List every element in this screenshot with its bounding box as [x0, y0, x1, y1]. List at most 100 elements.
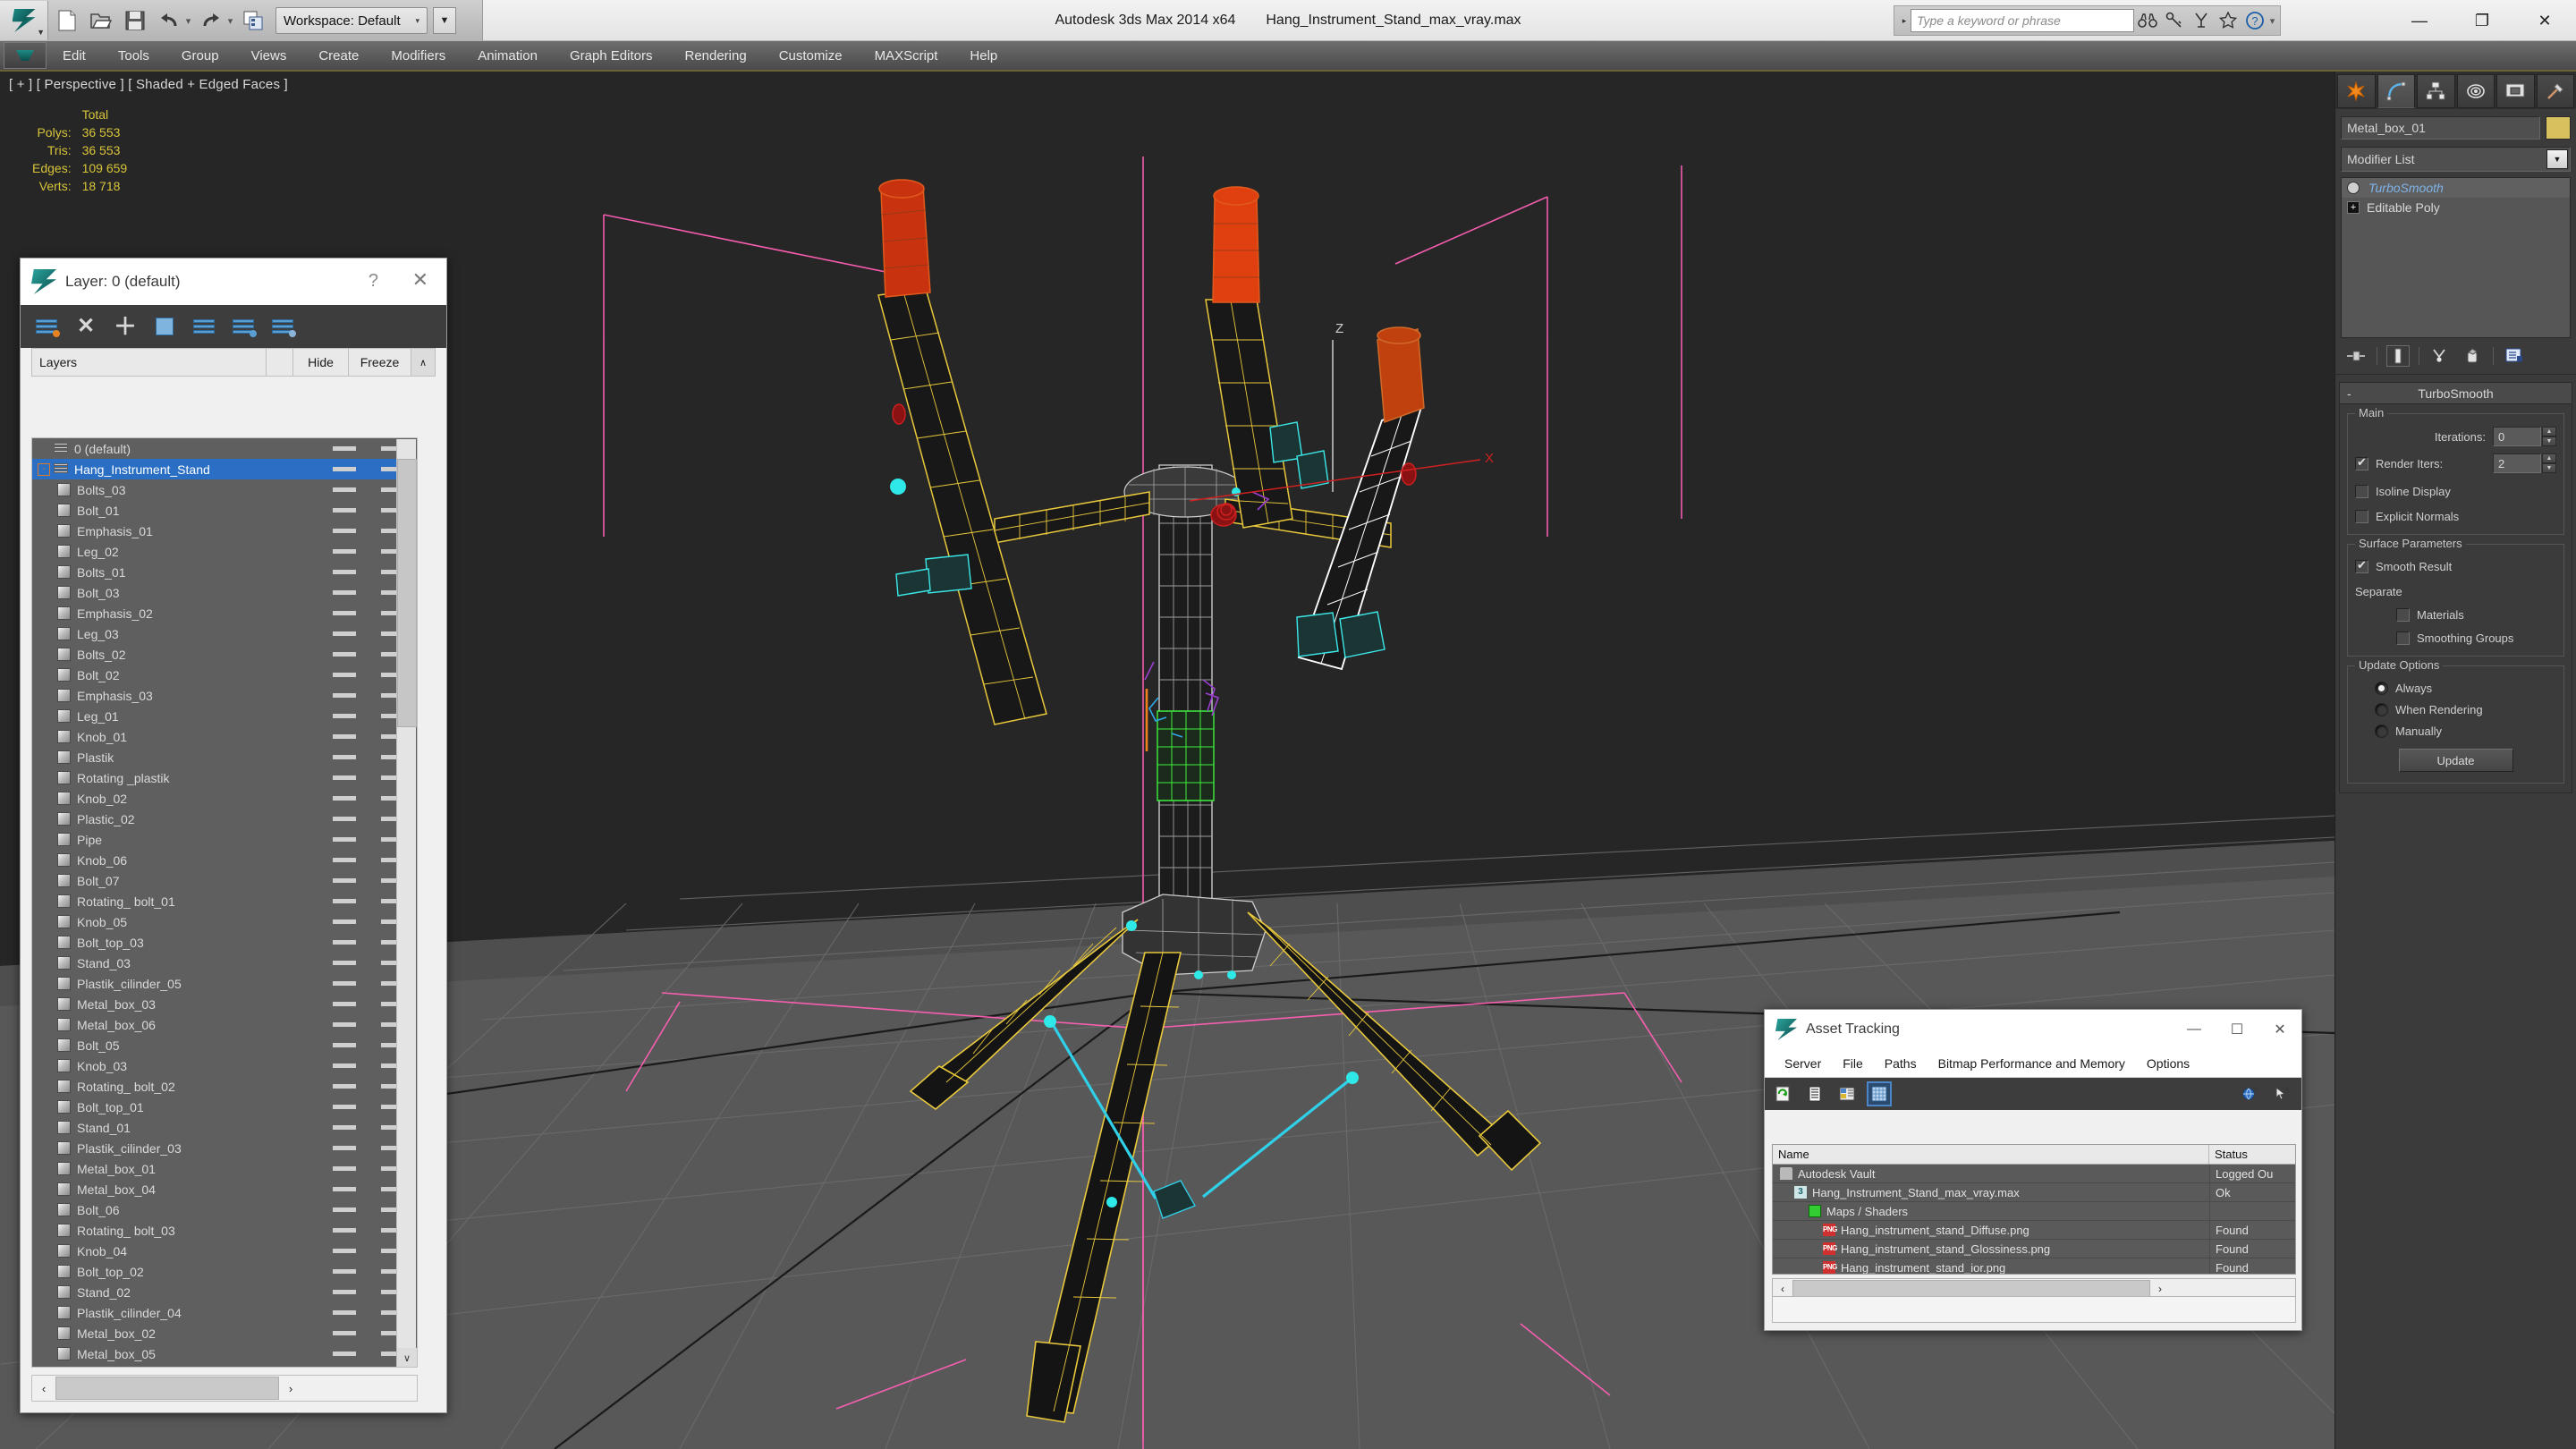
hide-toggle[interactable] — [333, 1022, 356, 1027]
layer-row[interactable]: Emphasis_01 — [32, 521, 417, 541]
hide-toggle[interactable] — [333, 1187, 356, 1191]
viewport-label[interactable]: [ + ] [ Perspective ] [ Shaded + Edged F… — [9, 77, 288, 92]
workspace-selector[interactable]: Workspace: Default ▾ — [275, 7, 428, 34]
iterations-spinner[interactable]: 0 ▲ ▼ — [2493, 427, 2556, 446]
pin-stack-icon[interactable] — [2344, 345, 2368, 367]
hide-toggle[interactable] — [333, 1352, 356, 1356]
layer-row[interactable]: Metal_top — [32, 1364, 417, 1367]
render-iters-checkbox[interactable] — [2355, 455, 2368, 470]
always-radio[interactable] — [2375, 681, 2388, 695]
layer-row[interactable]: Rotating_ bolt_03 — [32, 1220, 417, 1241]
asset-menu-paths[interactable]: Paths — [1874, 1056, 1928, 1071]
menu-app-logo-icon[interactable] — [4, 42, 47, 69]
layer-row[interactable]: Bolts_01 — [32, 562, 417, 582]
redo-dropdown-arrow-icon[interactable]: ▾ — [226, 5, 234, 36]
scroll-up-icon[interactable]: ∧ — [411, 349, 435, 376]
hide-toggle[interactable] — [333, 1002, 356, 1006]
asset-row[interactable]: PNG Hang_instrument_stand_Diffuse.png Foun… — [1773, 1221, 2295, 1240]
hide-toggle[interactable] — [333, 878, 356, 883]
list-view-icon[interactable] — [1804, 1083, 1826, 1105]
hide-toggle[interactable] — [333, 1084, 356, 1089]
light-bulb-icon[interactable] — [2347, 182, 2360, 194]
hide-toggle[interactable] — [333, 487, 356, 492]
explicit-normals-checkbox[interactable] — [2355, 509, 2368, 523]
layer-row[interactable]: Plastic_02 — [32, 809, 417, 829]
layer-row[interactable]: Leg_01 — [32, 706, 417, 726]
details-view-icon[interactable] — [1836, 1083, 1858, 1105]
asset-row[interactable]: Maps / Shaders — [1773, 1202, 2295, 1221]
layer-row[interactable]: Metal_box_04 — [32, 1179, 417, 1199]
asset-row[interactable]: PNG Hang_instrument_stand_ior.png Found — [1773, 1258, 2295, 1274]
search-input[interactable] — [1911, 9, 2134, 32]
help-dropdown-arrow-icon[interactable]: ▾ — [2268, 5, 2276, 36]
layer-row[interactable]: Stand_03 — [32, 953, 417, 973]
layer-row[interactable]: Knob_03 — [32, 1055, 417, 1076]
layer-row[interactable]: Metal_box_03 — [32, 994, 417, 1014]
scrollbar-thumb[interactable] — [397, 459, 417, 727]
layer-row[interactable]: Bolt_02 — [32, 665, 417, 685]
layer-row[interactable]: Plastik_cilinder_05 — [32, 973, 417, 994]
object-color-swatch[interactable] — [2546, 116, 2571, 140]
asset-column-status[interactable]: Status — [2209, 1145, 2295, 1164]
iterations-value[interactable]: 0 — [2493, 427, 2541, 446]
help-icon[interactable]: ? — [369, 271, 378, 292]
hide-toggle[interactable] — [333, 817, 356, 821]
asset-row[interactable]: 3 Hang_Instrument_Stand_max_vray.max Ok — [1773, 1183, 2295, 1202]
menu-item-animation[interactable]: Animation — [462, 40, 554, 71]
open-file-icon[interactable] — [86, 5, 116, 36]
layer-row[interactable]: Metal_box_05 — [32, 1343, 417, 1364]
hide-toggle[interactable] — [333, 755, 356, 759]
update-button[interactable]: Update — [2398, 749, 2513, 772]
manually-radio[interactable] — [2375, 724, 2388, 738]
column-freeze[interactable]: Freeze — [349, 349, 411, 376]
menu-item-rendering[interactable]: Rendering — [668, 40, 762, 71]
asset-row[interactable]: PNG Hang_instrument_stand_Glossiness.png F… — [1773, 1240, 2295, 1258]
menu-item-maxscript[interactable]: MAXScript — [859, 40, 954, 71]
layer-properties-button[interactable] — [269, 313, 296, 340]
menu-item-views[interactable]: Views — [235, 40, 303, 71]
menu-item-graph-editors[interactable]: Graph Editors — [554, 40, 669, 71]
asset-tracking-titlebar[interactable]: Asset Tracking — ☐ ✕ — [1765, 1010, 2301, 1049]
asset-menu-server[interactable]: Server — [1774, 1056, 1832, 1071]
hide-toggle[interactable] — [333, 961, 356, 965]
column-layers[interactable]: Layers — [32, 349, 267, 376]
motion-tab[interactable] — [2456, 74, 2495, 108]
expand-plus-icon[interactable]: + — [2347, 201, 2360, 214]
object-name-field[interactable]: Metal_box_01 — [2341, 116, 2540, 140]
spinner-up-icon[interactable]: ▲ — [2542, 427, 2556, 436]
hide-toggle[interactable] — [333, 1290, 356, 1294]
spinner-down-icon[interactable]: ▼ — [2542, 436, 2556, 446]
configure-modifier-sets-icon[interactable] — [2503, 345, 2526, 367]
hide-toggle[interactable] — [333, 1125, 356, 1130]
asset-menu-options[interactable]: Options — [2136, 1056, 2200, 1071]
hscroll-thumb[interactable] — [55, 1377, 279, 1400]
scroll-left-icon[interactable]: ‹ — [32, 1376, 55, 1401]
modifier-list-dropdown[interactable]: Modifier List ▼ — [2341, 147, 2571, 172]
workspace-more-button[interactable]: ▼ — [433, 7, 456, 34]
asset-column-name[interactable]: Name — [1773, 1145, 2209, 1164]
hide-toggle[interactable] — [333, 467, 356, 471]
layer-row[interactable]: Bolt_top_02 — [32, 1261, 417, 1282]
layer-row[interactable]: Plastik_cilinder_04 — [32, 1302, 417, 1323]
asset-menu-file[interactable]: File — [1832, 1056, 1874, 1071]
undo-icon[interactable] — [154, 5, 184, 36]
menu-item-tools[interactable]: Tools — [102, 40, 165, 71]
menu-item-group[interactable]: Group — [165, 40, 235, 71]
help-question-icon[interactable]: ? — [2241, 7, 2268, 34]
smooth-result-row[interactable]: Smooth Result — [2355, 555, 2556, 577]
layer-row[interactable]: Pipe — [32, 829, 417, 850]
layer-row[interactable]: Rotating_ bolt_01 — [32, 891, 417, 911]
modify-tab[interactable] — [2377, 74, 2415, 108]
layer-row[interactable]: Emphasis_03 — [32, 685, 417, 706]
rollout-header[interactable]: - TurboSmooth — [2340, 383, 2572, 404]
layer-row[interactable]: Bolt_07 — [32, 870, 417, 891]
select-objects-in-layer-button[interactable] — [151, 313, 178, 340]
hide-toggle[interactable] — [333, 1146, 356, 1150]
show-end-result-icon[interactable] — [2386, 345, 2410, 367]
layer-row[interactable]: Stand_01 — [32, 1117, 417, 1138]
create-tab[interactable] — [2337, 74, 2376, 108]
smoothing-groups-checkbox[interactable] — [2396, 631, 2410, 645]
help-globe-icon[interactable]: ? — [2239, 1083, 2260, 1105]
modifier-stack-item-editable-poly[interactable]: + Editable Poly — [2342, 198, 2570, 217]
maximize-button[interactable]: ☐ — [2216, 1010, 2258, 1049]
